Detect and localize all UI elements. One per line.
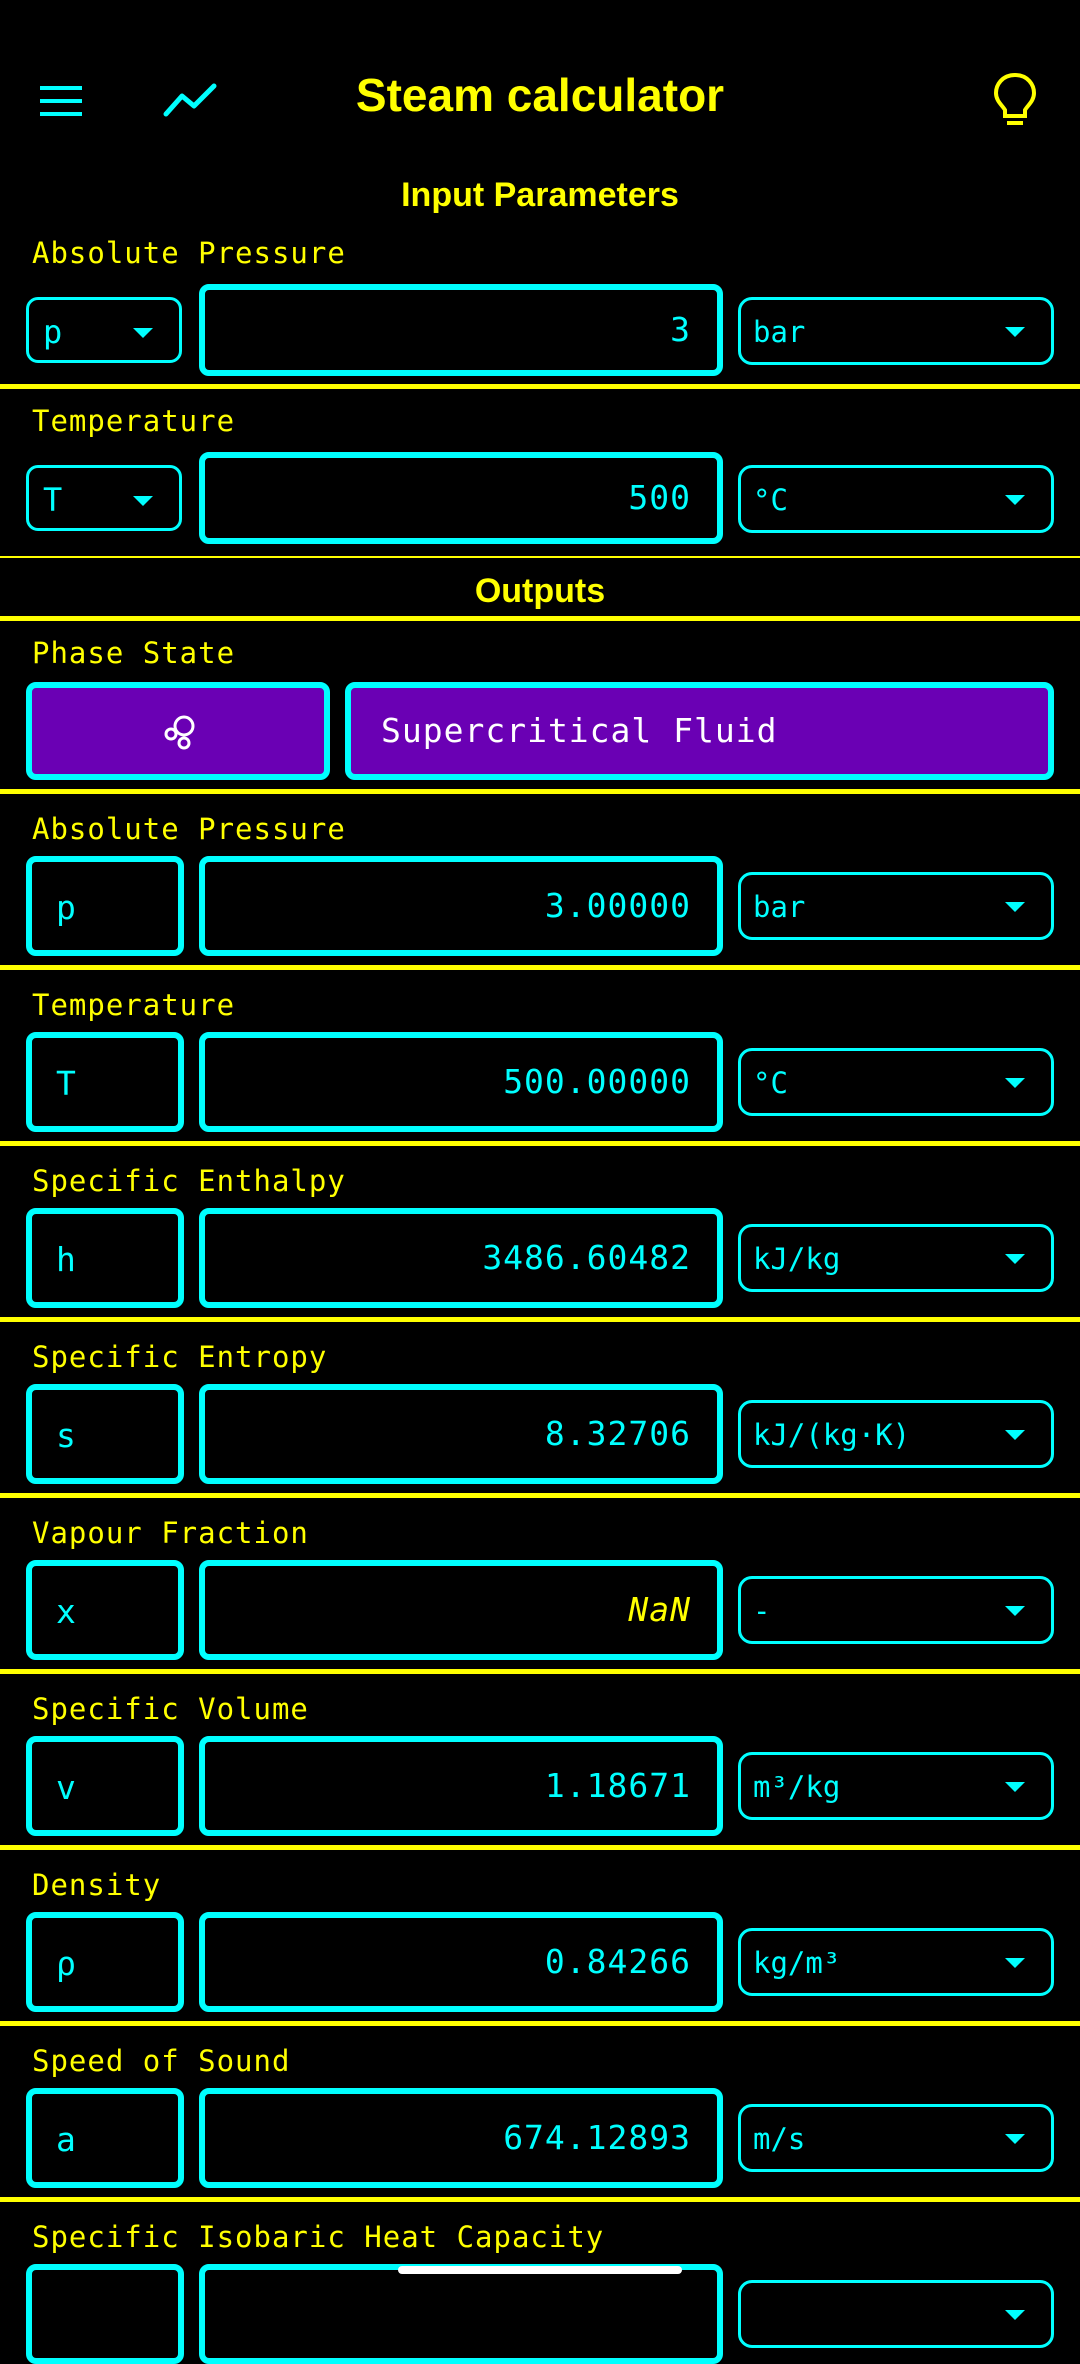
output-vapour-fraction-value: NaN: [199, 1560, 723, 1660]
input-pressure-unit-dropdown[interactable]: bar: [738, 297, 1054, 365]
chevron-down-icon: [1005, 327, 1025, 337]
output-speed-of-sound-unit-dropdown[interactable]: m/s: [738, 2104, 1054, 2172]
output-absolute-pressure-symbol: p: [26, 856, 184, 956]
home-indicator[interactable]: [398, 2266, 682, 2274]
input-pressure-symbol-dropdown[interactable]: p: [26, 297, 182, 363]
output-absolute-pressure-unit-dropdown[interactable]: bar: [738, 872, 1054, 940]
outputs-heading: Outputs: [474, 572, 606, 610]
symbol-text: s: [56, 1416, 76, 1455]
bubbles-icon: [164, 715, 195, 750]
symbol-text: a: [56, 2120, 76, 2159]
output-temperature-value: 500.00000: [199, 1032, 723, 1132]
divider: [0, 789, 1080, 794]
output-density-label: Density: [32, 1868, 162, 1902]
output-vapour-fraction-label: Vapour Fraction: [32, 1516, 309, 1550]
app-bar: Steam calculator: [0, 50, 1080, 150]
divider: [0, 1845, 1080, 1850]
output-temperature-unit-dropdown[interactable]: °C: [738, 1048, 1054, 1116]
dropdown-value: m/s: [753, 2122, 806, 2156]
divider: [0, 556, 1080, 558]
output-absolute-pressure-value: 3.00000: [199, 856, 723, 956]
divider: [0, 1317, 1080, 1322]
output-specific-entropy-unit-dropdown[interactable]: kJ/(kg·K): [738, 1400, 1054, 1468]
symbol-text: T: [56, 1064, 76, 1103]
output-speed-of-sound-value: 674.12893: [199, 2088, 723, 2188]
output-density-symbol: ρ: [26, 1912, 184, 2012]
divider: [0, 1493, 1080, 1498]
output-specific-enthalpy-symbol: h: [26, 1208, 184, 1308]
chevron-down-icon: [1005, 1078, 1025, 1088]
chevron-down-icon: [1005, 1430, 1025, 1440]
chevron-down-icon: [1005, 1782, 1025, 1792]
app-title: Steam calculator: [355, 69, 725, 121]
divider: [0, 2197, 1080, 2202]
dropdown-value: p: [43, 313, 63, 351]
divider: [0, 384, 1080, 389]
output-specific-volume-label: Specific Volume: [32, 1692, 309, 1726]
dropdown-value: -: [753, 1594, 771, 1628]
output-density-value: 0.84266: [199, 1912, 723, 2012]
output-specific-enthalpy-label: Specific Enthalpy: [32, 1164, 346, 1198]
input-temperature-field[interactable]: 500: [199, 452, 723, 544]
output-specific-volume-unit-dropdown[interactable]: m³/kg: [738, 1752, 1054, 1820]
chevron-down-icon: [1005, 1254, 1025, 1264]
chevron-down-icon: [133, 496, 153, 506]
phase-state-value: Supercritical Fluid: [345, 682, 1054, 780]
symbol-text: p: [56, 888, 76, 927]
input-temperature-label: Temperature: [32, 404, 236, 438]
output-temperature-label: Temperature: [32, 988, 236, 1022]
dropdown-value: kJ/kg: [753, 1242, 841, 1276]
dropdown-value: m³/kg: [753, 1770, 841, 1804]
divider: [0, 1141, 1080, 1146]
output-specific-volume-symbol: v: [26, 1736, 184, 1836]
output-specific-isobaric-heat-capacity-symbol: [26, 2264, 184, 2364]
input-parameters-heading: Input Parameters: [401, 176, 679, 214]
divider: [0, 965, 1080, 970]
chevron-down-icon: [1005, 2134, 1025, 2144]
dropdown-value: T: [43, 481, 63, 519]
input-pressure-label: Absolute Pressure: [32, 236, 346, 270]
chevron-down-icon: [1005, 495, 1025, 505]
output-specific-entropy-label: Specific Entropy: [32, 1340, 328, 1374]
output-specific-isobaric-heat-capacity-unit-dropdown[interactable]: [738, 2280, 1054, 2348]
output-specific-entropy-value: 8.32706: [199, 1384, 723, 1484]
chevron-down-icon: [133, 328, 153, 338]
symbol-text: ρ: [56, 1944, 76, 1983]
phase-state-label: Phase State: [32, 636, 236, 670]
output-specific-entropy-symbol: s: [26, 1384, 184, 1484]
lightbulb-icon[interactable]: [990, 70, 1040, 130]
symbol-text: v: [56, 1768, 76, 1807]
output-specific-volume-value: 1.18671: [199, 1736, 723, 1836]
dropdown-value: bar: [753, 315, 806, 349]
output-vapour-fraction-unit-dropdown[interactable]: -: [738, 1576, 1054, 1644]
dropdown-value: °C: [753, 1066, 788, 1100]
divider: [0, 1669, 1080, 1674]
dropdown-value: kg/m³: [753, 1946, 841, 1980]
divider: [0, 2021, 1080, 2026]
output-temperature-symbol: T: [26, 1032, 184, 1132]
output-absolute-pressure-label: Absolute Pressure: [32, 812, 346, 846]
symbol-text: x: [56, 1592, 76, 1631]
output-speed-of-sound-symbol: a: [26, 2088, 184, 2188]
chevron-down-icon: [1005, 902, 1025, 912]
dropdown-value: kJ/(kg·K): [753, 1418, 911, 1452]
chevron-down-icon: [1005, 1958, 1025, 1968]
dropdown-value: bar: [753, 890, 806, 924]
dropdown-value: °C: [753, 483, 788, 517]
phase-state-button[interactable]: [26, 682, 330, 780]
output-speed-of-sound-label: Speed of Sound: [32, 2044, 291, 2078]
input-pressure-field[interactable]: 3: [199, 284, 723, 376]
output-specific-enthalpy-value: 3486.60482: [199, 1208, 723, 1308]
output-specific-enthalpy-unit-dropdown[interactable]: kJ/kg: [738, 1224, 1054, 1292]
output-density-unit-dropdown[interactable]: kg/m³: [738, 1928, 1054, 1996]
output-specific-isobaric-heat-capacity-value: [199, 2264, 723, 2364]
chevron-down-icon: [1005, 2310, 1025, 2320]
symbol-text: h: [56, 1240, 76, 1279]
divider: [0, 616, 1080, 621]
chevron-down-icon: [1005, 1606, 1025, 1616]
output-vapour-fraction-symbol: x: [26, 1560, 184, 1660]
output-specific-isobaric-heat-capacity-label: Specific Isobaric Heat Capacity: [32, 2220, 605, 2254]
input-temperature-symbol-dropdown[interactable]: T: [26, 465, 182, 531]
input-temperature-unit-dropdown[interactable]: °C: [738, 465, 1054, 533]
